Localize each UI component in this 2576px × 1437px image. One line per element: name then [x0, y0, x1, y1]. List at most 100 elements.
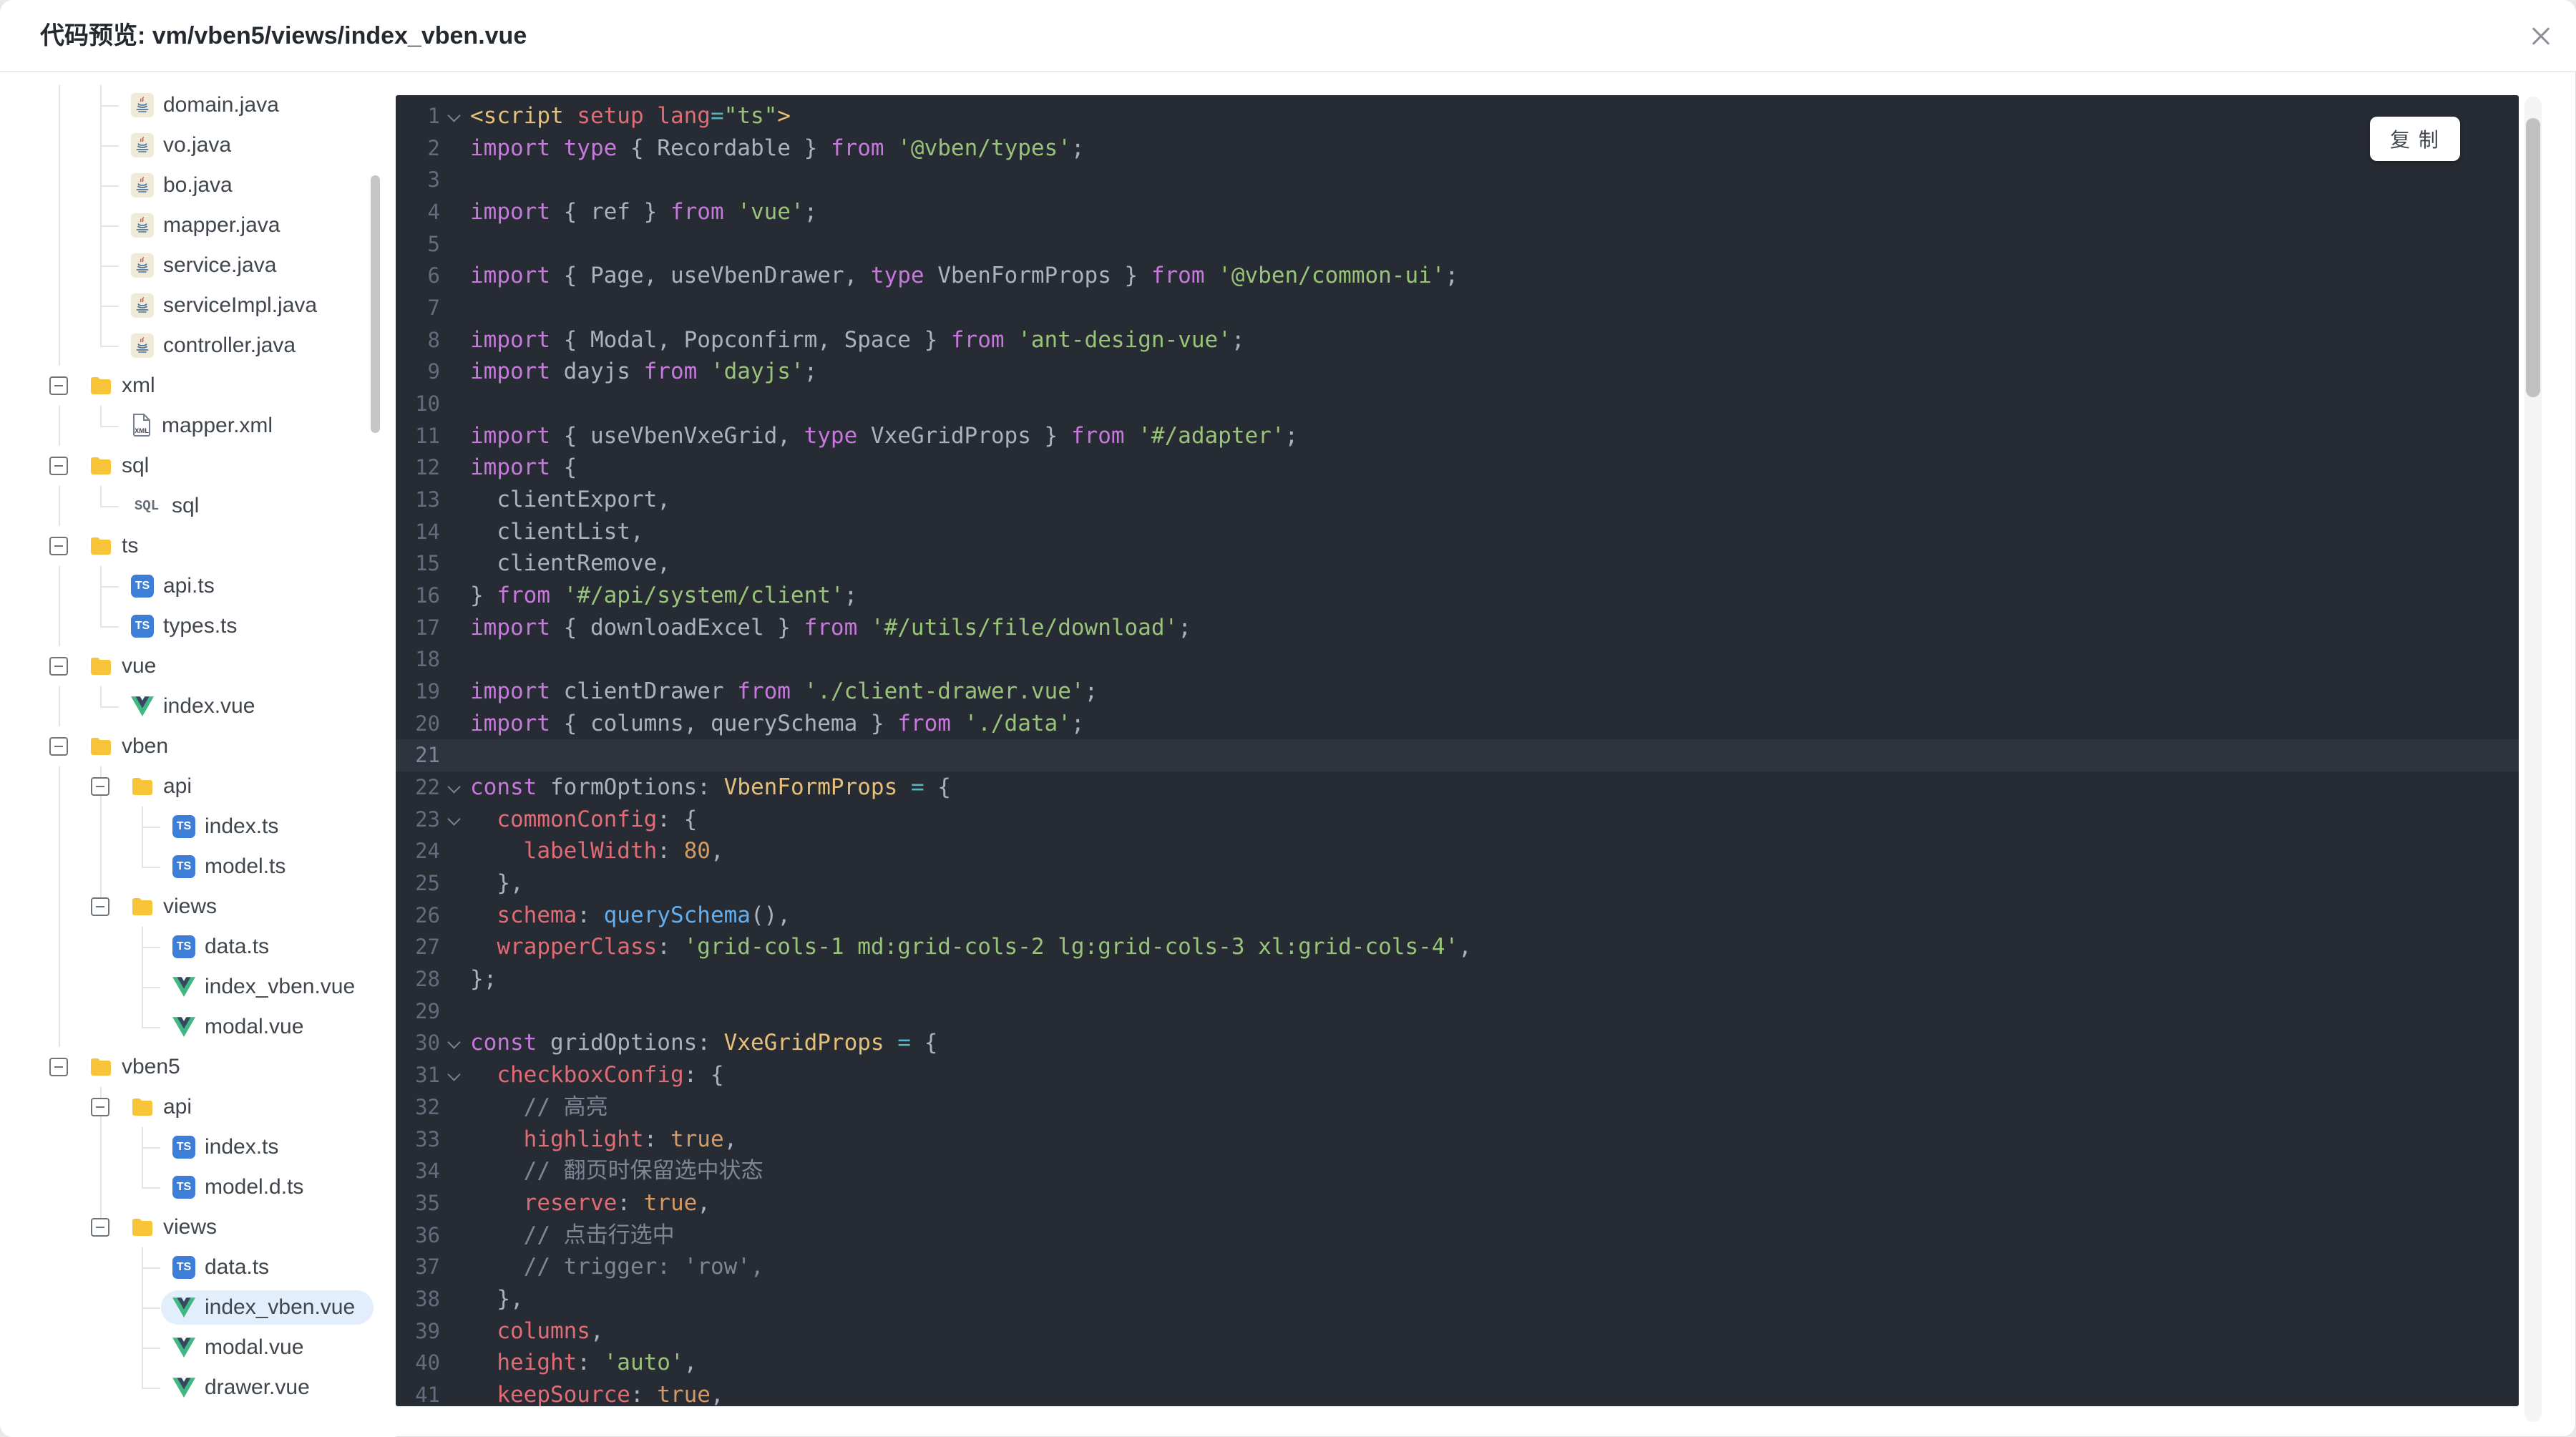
- tree-item-label-area[interactable]: controller.java: [119, 328, 314, 363]
- tree-connector-tick: [100, 306, 119, 307]
- tree-item-label-area[interactable]: mapper.java: [119, 208, 298, 243]
- tree-item-label-area[interactable]: bo.java: [119, 168, 251, 203]
- tree-item-index-vben-vue[interactable]: index_vben.vue: [0, 1287, 396, 1328]
- collapse-expander-icon[interactable]: [49, 737, 68, 756]
- tree-item-vben[interactable]: vben: [0, 726, 396, 766]
- tree-item-model-d-ts[interactable]: TS model.d.ts: [0, 1167, 396, 1207]
- tree-item-label-area[interactable]: TS index.ts: [161, 809, 297, 844]
- fold-chevron-icon[interactable]: [440, 1027, 470, 1059]
- tree-item-label-area[interactable]: sql: [78, 449, 167, 483]
- tree-item-bo-java[interactable]: bo.java: [0, 165, 396, 205]
- collapse-expander-icon[interactable]: [49, 376, 68, 395]
- tree-item-xml[interactable]: xml: [0, 366, 396, 406]
- code-text: import { Page, useVbenDrawer, type VbenF…: [470, 263, 1459, 289]
- tree-item-model-ts[interactable]: TS model.ts: [0, 847, 396, 887]
- tree-item-label-area[interactable]: domain.java: [119, 88, 298, 122]
- code-text: import {: [470, 454, 577, 481]
- vue-file-icon: [131, 696, 154, 716]
- file-tree-sidebar[interactable]: domain.java vo.java bo.java mapper.java serv…: [0, 72, 396, 1437]
- tree-item-api[interactable]: api: [0, 1087, 396, 1127]
- tree-item-label-area[interactable]: vben5: [78, 1050, 199, 1084]
- tree-item-index-vue[interactable]: index.vue: [0, 686, 396, 726]
- tree-item-label-area[interactable]: TS types.ts: [119, 609, 255, 643]
- tree-item-types-ts[interactable]: TS types.ts: [0, 606, 396, 646]
- tree-item-label-area[interactable]: TS api.ts: [119, 569, 233, 603]
- tree-item-label-area[interactable]: SQL sql: [119, 489, 218, 523]
- tree-item-api-ts[interactable]: TS api.ts: [0, 566, 396, 606]
- tree-item-label-area[interactable]: vben: [78, 729, 187, 764]
- close-icon[interactable]: [2526, 21, 2556, 52]
- collapse-expander-icon[interactable]: [49, 457, 68, 475]
- tree-item-views[interactable]: views: [0, 887, 396, 927]
- tree-item-label-area[interactable]: XML mapper.xml: [119, 409, 291, 443]
- tree-item-data-ts[interactable]: TS data.ts: [0, 927, 396, 967]
- tree-item-index-ts[interactable]: TS index.ts: [0, 807, 396, 847]
- line-number: 33: [415, 1126, 440, 1151]
- copy-button[interactable]: 复 制: [2370, 117, 2460, 161]
- tree-item-index-ts[interactable]: TS index.ts: [0, 1127, 396, 1167]
- tree-item-label-area[interactable]: views: [119, 890, 235, 924]
- collapse-expander-icon[interactable]: [49, 1058, 68, 1076]
- tree-item-serviceimpl-java[interactable]: serviceImpl.java: [0, 286, 396, 326]
- fold-chevron-icon[interactable]: [440, 100, 470, 132]
- code-line: 15 clientRemove,: [396, 547, 2519, 580]
- tree-item-modal-vue[interactable]: modal.vue: [0, 1007, 396, 1047]
- fold-chevron-icon[interactable]: [440, 1059, 470, 1091]
- tree-item-vue[interactable]: vue: [0, 646, 396, 686]
- tree-item-label-area[interactable]: modal.vue: [161, 1010, 322, 1044]
- tree-scrollbar[interactable]: [371, 175, 380, 433]
- code-scrollbar-thumb[interactable]: [2526, 118, 2540, 397]
- tree-item-label-area[interactable]: vue: [78, 649, 175, 683]
- tree-item-label-area[interactable]: TS index.ts: [161, 1130, 297, 1164]
- tree-item-label: controller.java: [163, 333, 296, 357]
- fold-chevron-icon[interactable]: [440, 771, 470, 804]
- tree-item-service-java[interactable]: service.java: [0, 245, 396, 286]
- tree-item-drawer-vue[interactable]: drawer.vue: [0, 1368, 396, 1408]
- collapse-expander-icon[interactable]: [91, 1098, 109, 1116]
- tree-item-label-area[interactable]: serviceImpl.java: [119, 288, 336, 323]
- tree-item-data-ts[interactable]: TS data.ts: [0, 1247, 396, 1287]
- tree-item-mapper-xml[interactable]: XML mapper.xml: [0, 406, 396, 446]
- tree-item-label-area[interactable]: TS data.ts: [161, 1250, 288, 1285]
- collapse-expander-icon[interactable]: [49, 657, 68, 676]
- tree-item-label-area[interactable]: TS data.ts: [161, 930, 288, 964]
- tree-item-label-area[interactable]: modal.vue: [161, 1330, 322, 1365]
- tree-item-api[interactable]: api: [0, 766, 396, 807]
- tree-item-label-area[interactable]: index_vben.vue: [161, 1290, 374, 1325]
- tree-item-vo-java[interactable]: vo.java: [0, 125, 396, 165]
- tree-item-label-area[interactable]: api: [119, 769, 210, 804]
- tree-item-index-vben-vue[interactable]: index_vben.vue: [0, 967, 396, 1007]
- code-text: commonConfig: {: [470, 806, 698, 832]
- fold-chevron-icon[interactable]: [440, 804, 470, 836]
- tree-connector-tick: [100, 506, 119, 507]
- collapse-expander-icon[interactable]: [91, 1218, 109, 1237]
- tree-item-mapper-java[interactable]: mapper.java: [0, 205, 396, 245]
- tree-item-views[interactable]: views: [0, 1207, 396, 1247]
- code-editor-panel[interactable]: 1 <script setup lang="ts"> 2 import type { …: [396, 95, 2519, 1406]
- collapse-expander-icon[interactable]: [91, 777, 109, 796]
- tree-item-label-area[interactable]: vo.java: [119, 128, 250, 162]
- tree-item-label-area[interactable]: TS model.ts: [161, 849, 304, 884]
- code-lines: 1 <script setup lang="ts"> 2 import type { …: [396, 95, 2519, 1406]
- tree-item-label-area[interactable]: drawer.vue: [161, 1370, 328, 1405]
- tree-item-modal-vue[interactable]: modal.vue: [0, 1328, 396, 1368]
- tree-item-label-area[interactable]: api: [119, 1090, 210, 1124]
- code-scrollbar-track[interactable]: [2524, 97, 2542, 1422]
- code-line: 8 import { Modal, Popconfirm, Space } fro…: [396, 324, 2519, 356]
- tree-item-label-area[interactable]: index.vue: [119, 689, 273, 724]
- tree-item-sql[interactable]: SQL sql: [0, 486, 396, 526]
- tree-item-label-area[interactable]: index_vben.vue: [161, 970, 374, 1004]
- tree-item-label-area[interactable]: ts: [78, 529, 157, 563]
- tree-item-vben5[interactable]: vben5: [0, 1047, 396, 1087]
- tree-item-ts[interactable]: ts: [0, 526, 396, 566]
- collapse-expander-icon[interactable]: [49, 537, 68, 555]
- tree-item-label-area[interactable]: TS model.d.ts: [161, 1170, 322, 1204]
- tree-item-sql[interactable]: sql: [0, 446, 396, 486]
- tree-item-label-area[interactable]: xml: [78, 369, 174, 403]
- tree-item-label-area[interactable]: service.java: [119, 248, 295, 283]
- collapse-expander-icon[interactable]: [91, 897, 109, 916]
- tree-item-label-area[interactable]: views: [119, 1210, 235, 1244]
- tree-item-domain-java[interactable]: domain.java: [0, 85, 396, 125]
- tree-item-controller-java[interactable]: controller.java: [0, 326, 396, 366]
- code-text: },: [470, 1285, 524, 1312]
